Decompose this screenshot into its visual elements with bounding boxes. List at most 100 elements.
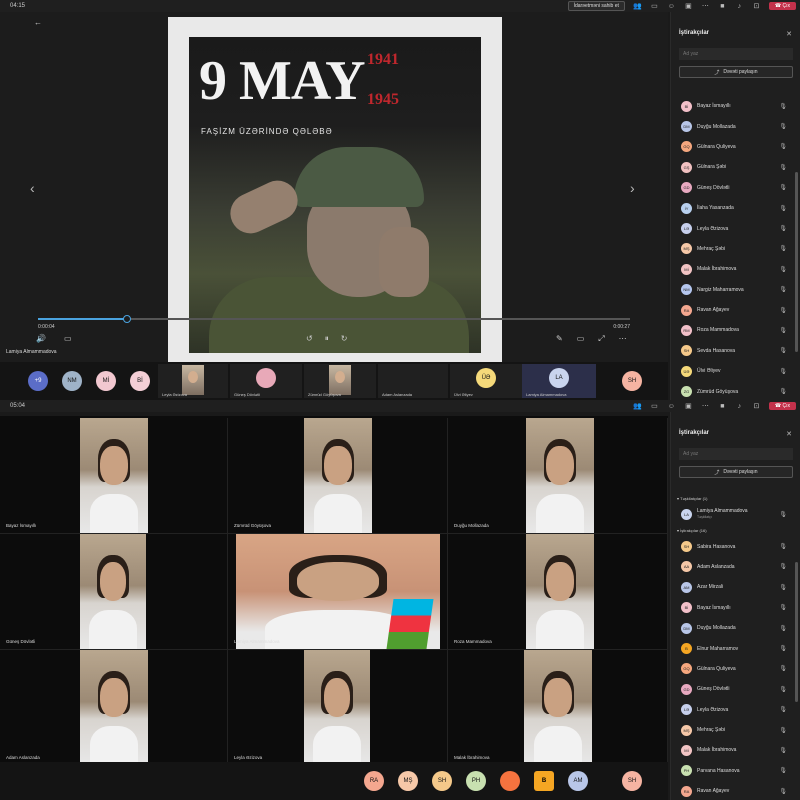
- participant-row[interactable]: RM Roza Mammadova 🎙: [671, 320, 797, 340]
- close-icon[interactable]: ✕: [786, 430, 792, 438]
- participant-tile[interactable]: Leyla Əzizova: [158, 364, 228, 398]
- pen-icon[interactable]: ✎: [556, 334, 563, 344]
- organizers-section-header[interactable]: ▾ Təşkilatçılar (1): [671, 492, 797, 504]
- participant-row[interactable]: Bİ Bayaz İsmayıllı 🎙: [671, 96, 797, 116]
- participant-row[interactable]: GQ Gülnara Quliyeva 🎙: [671, 659, 797, 679]
- participant-row[interactable]: Bİ Bayaz İsmayıllı 🎙: [671, 598, 797, 618]
- share-screen-icon[interactable]: ⊡: [752, 2, 761, 10]
- video-tile[interactable]: Leyla Əzizova: [228, 650, 448, 766]
- participant-avatar[interactable]: Mİ: [96, 371, 116, 391]
- camera-icon[interactable]: ■: [718, 3, 727, 10]
- share-invite-button[interactable]: ⤴ Dəvəti paylaşın: [679, 66, 793, 78]
- rewind-icon[interactable]: ↺: [306, 334, 313, 344]
- close-icon[interactable]: ✕: [786, 30, 792, 38]
- search-input[interactable]: [679, 448, 793, 460]
- video-tile[interactable]: Malak İbrahimova: [448, 650, 668, 766]
- participant-row[interactable]: RA Ravan Ağayev 🎙: [671, 300, 797, 320]
- organizer-row[interactable]: LA Lamiya Almammadova Təşkilatçı 🎙: [671, 504, 797, 524]
- participant-avatar[interactable]: AM: [568, 771, 588, 791]
- rooms-icon[interactable]: ▣: [684, 2, 693, 10]
- people-icon[interactable]: 👥: [633, 402, 642, 410]
- participant-avatar[interactable]: SH: [622, 371, 642, 391]
- leave-button[interactable]: ☎ Çıx: [768, 2, 796, 10]
- video-progress-bar[interactable]: [38, 315, 630, 323]
- scrollbar[interactable]: [795, 172, 798, 352]
- previous-icon[interactable]: ‹: [30, 180, 35, 196]
- share-invite-button[interactable]: ⤴ Dəvəti paylaşın: [679, 466, 793, 478]
- participant-avatar[interactable]: SH: [622, 771, 642, 791]
- participant-tile[interactable]: ÜƏ Ülvi Əliyev: [450, 364, 522, 398]
- captions-icon[interactable]: ▭: [64, 334, 72, 343]
- take-control-button[interactable]: İdarəetməni sahib et: [567, 1, 625, 11]
- forward-icon[interactable]: ↻: [341, 334, 348, 344]
- more-options-icon[interactable]: ⋯: [619, 334, 627, 344]
- more-icon[interactable]: ⋯: [701, 402, 710, 410]
- participant-tile[interactable]: Zümrüd Göyüşova: [304, 364, 376, 398]
- video-tile[interactable]: Duyğu Mollazada: [448, 418, 668, 534]
- participant-tile[interactable]: Güneş Dövlətli: [230, 364, 302, 398]
- participant-avatar[interactable]: RA: [364, 771, 384, 791]
- participant-row[interactable]: GQ Gülnara Quliyeva 🎙: [671, 137, 797, 157]
- participant-row[interactable]: MŞ Mehraç Şəbi 🎙: [671, 239, 797, 259]
- participant-avatar[interactable]: MŞ: [398, 771, 418, 791]
- back-arrow-icon[interactable]: ←: [34, 18, 42, 27]
- participant-row[interactable]: NM Nargiz Maharramova 🎙: [671, 280, 797, 300]
- mic-icon[interactable]: ♪: [735, 3, 744, 10]
- chat-icon[interactable]: ▭: [650, 402, 659, 410]
- participant-row[interactable]: PH Parvana Hasanova 🎙: [671, 761, 797, 781]
- participant-row[interactable]: LƏ Leyla Əzizova 🎙: [671, 700, 797, 720]
- video-tile[interactable]: Zümrüd Göyüşova: [228, 418, 448, 534]
- participant-row[interactable]: B Elnur Maharramov 🎙: [671, 638, 797, 658]
- attendees-section-header[interactable]: ▾ İştirakçılar (16): [671, 524, 797, 536]
- video-tile[interactable]: Bayaz İsmayıllı: [0, 418, 228, 534]
- participant-row[interactable]: LƏ Leyla Əzizova 🎙: [671, 218, 797, 238]
- video-tile[interactable]: Güneş Dövlətli: [0, 534, 228, 650]
- participant-row[interactable]: SH Sabira Hasanova 🎙: [671, 536, 797, 556]
- share-screen-icon[interactable]: ⊡: [752, 402, 761, 410]
- participant-avatar[interactable]: Bİ: [130, 371, 150, 391]
- participant-row[interactable]: Mİ Malak İbrahimova 🎙: [671, 259, 797, 279]
- participant-avatar[interactable]: B: [534, 771, 554, 791]
- participant-row[interactable]: GD Güneş Dövlətli 🎙: [671, 679, 797, 699]
- participant-row[interactable]: ZG Zümrüd Göyüşova 🎙: [671, 381, 797, 400]
- participant-row[interactable]: GŞ Gülnara Şəbi 🎙: [671, 157, 797, 177]
- participant-row[interactable]: AM Azar Mirzali 🎙: [671, 577, 797, 597]
- reactions-icon[interactable]: ☺: [667, 3, 676, 10]
- camera-icon[interactable]: ■: [718, 403, 727, 410]
- participant-row[interactable]: AA Adam Aslanzada 🎙: [671, 557, 797, 577]
- participant-row[interactable]: DM Duyğu Mollazada 🎙: [671, 116, 797, 136]
- participant-row[interactable]: GD Güneş Dövlətli 🎙: [671, 178, 797, 198]
- video-tile[interactable]: Roza Mammadova: [448, 534, 668, 650]
- people-icon[interactable]: 👥: [633, 2, 642, 10]
- volume-icon[interactable]: 🔊: [36, 334, 46, 343]
- pause-icon[interactable]: ⏸: [325, 334, 329, 344]
- search-input[interactable]: [679, 48, 793, 60]
- participant-tile[interactable]: Adam Aslanzada: [378, 364, 448, 398]
- fullscreen-icon[interactable]: ⤢: [598, 334, 604, 344]
- reactions-icon[interactable]: ☺: [667, 403, 676, 410]
- video-tile[interactable]: Lamiya Almammadova: [228, 534, 448, 650]
- participant-row[interactable]: MŞ Mehraç Şəbi 🎙: [671, 720, 797, 740]
- scrollbar[interactable]: [795, 562, 798, 702]
- video-progress-knob[interactable]: [122, 315, 131, 323]
- next-icon[interactable]: ›: [630, 180, 635, 196]
- participant-avatar[interactable]: [500, 771, 520, 791]
- more-icon[interactable]: ⋯: [701, 2, 710, 10]
- participant-tile[interactable]: LA Lamiya Almammadova: [522, 364, 596, 398]
- rooms-icon[interactable]: ▣: [684, 402, 693, 410]
- video-tile[interactable]: Adam Aslanzada: [0, 650, 228, 766]
- participant-avatar[interactable]: NM: [62, 371, 82, 391]
- participant-row[interactable]: RA Ravan Ağayev 🎙: [671, 781, 797, 800]
- participant-row[interactable]: ÜƏ Ülvi Əliyev 🎙: [671, 361, 797, 381]
- participant-row[interactable]: Mİ Malak İbrahimova 🎙: [671, 740, 797, 760]
- participant-row[interactable]: DM Duyğu Mollazada 🎙: [671, 618, 797, 638]
- chat-icon[interactable]: ▭: [650, 2, 659, 10]
- participant-row[interactable]: İY İlaha Yasanzada 🎙: [671, 198, 797, 218]
- leave-button[interactable]: ☎ Çıx: [768, 402, 796, 410]
- participant-row[interactable]: SH Sevda Hasanova 🎙: [671, 341, 797, 361]
- participant-avatar[interactable]: SH: [432, 771, 452, 791]
- overflow-count-badge[interactable]: +9: [28, 371, 48, 391]
- screen-icon[interactable]: ▭: [577, 334, 585, 344]
- mic-icon[interactable]: ♪: [735, 403, 744, 410]
- participant-avatar[interactable]: PH: [466, 771, 486, 791]
